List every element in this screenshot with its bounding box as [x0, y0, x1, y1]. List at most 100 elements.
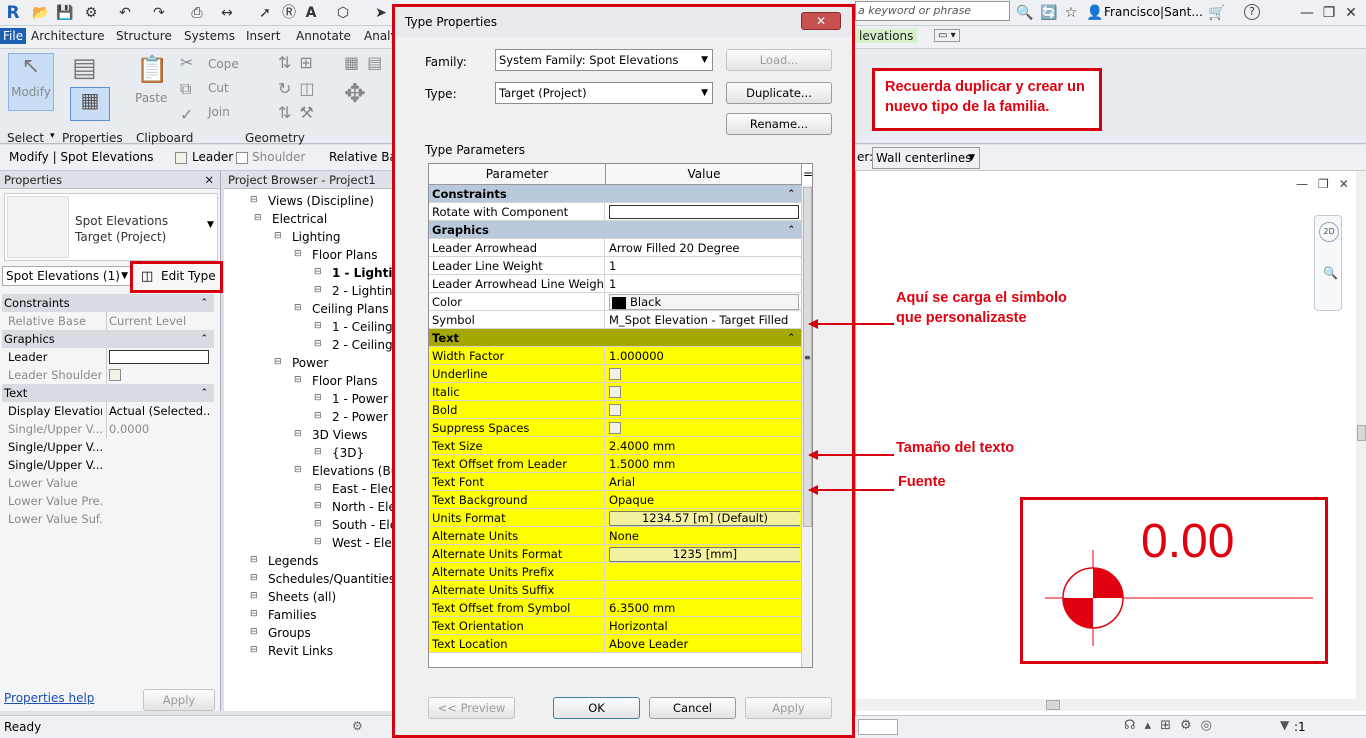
- param-value[interactable]: Horizontal: [606, 617, 800, 635]
- grid-row[interactable]: Leader Line Weight 1: [429, 257, 801, 275]
- browser-item[interactable]: Floor Plans: [312, 374, 377, 388]
- property-value[interactable]: [106, 348, 210, 366]
- cut-icon[interactable]: ✂: [180, 53, 193, 72]
- revit-logo-icon[interactable]: R: [4, 4, 22, 22]
- browser-item[interactable]: Floor Plans: [312, 248, 377, 262]
- expand-icon[interactable]: ⊟: [314, 393, 322, 403]
- rename-button[interactable]: Rename...: [726, 113, 832, 135]
- property-checkbox[interactable]: [109, 349, 209, 364]
- expand-icon[interactable]: ⊟: [314, 321, 322, 331]
- browser-item[interactable]: Electrical: [272, 212, 327, 226]
- browser-item[interactable]: Power: [292, 356, 328, 370]
- properties-row[interactable]: Display Elevations Actual (Selected...: [2, 402, 214, 420]
- hscroll-thumb[interactable]: [1046, 700, 1060, 710]
- cart-icon[interactable]: 🛒: [1208, 4, 1226, 22]
- browser-item[interactable]: 2 - Power: [332, 410, 388, 424]
- browser-item[interactable]: Lighting: [292, 230, 341, 244]
- collapse-icon[interactable]: ⌃: [200, 384, 208, 402]
- expand-icon[interactable]: ⊟: [250, 555, 258, 565]
- paste-icon[interactable]: 📋: [136, 55, 168, 85]
- star-icon[interactable]: ☆: [1062, 4, 1080, 22]
- param-value[interactable]: [606, 419, 800, 437]
- horizontal-scrollbar[interactable]: [856, 699, 1356, 711]
- type-properties-icon[interactable]: ▤: [72, 53, 97, 83]
- trim-tools-icon[interactable]: ⇅⚒: [278, 103, 322, 122]
- navigation-bar[interactable]: 2D 🔍: [1314, 215, 1342, 311]
- expand-icon[interactable]: ⊟: [314, 267, 322, 277]
- grid-row[interactable]: Units Format 1234.57 [m] (Default): [429, 509, 801, 527]
- expand-icon[interactable]: ⊟: [294, 465, 302, 475]
- modify-tools-icon[interactable]: ⇅⊞: [278, 53, 321, 72]
- expand-icon[interactable]: ⊟: [250, 609, 258, 619]
- scroll-thumb[interactable]: [1357, 425, 1366, 441]
- chevron-down-icon[interactable]: ▼: [207, 220, 214, 230]
- grid-row[interactable]: Bold: [429, 401, 801, 419]
- close-properties-icon[interactable]: ✕: [204, 171, 214, 189]
- param-checkbox[interactable]: [609, 385, 621, 398]
- steering-wheel-icon[interactable]: 2D: [1319, 222, 1339, 242]
- properties-row[interactable]: Single/Upper V... 0.0000: [2, 420, 214, 438]
- browser-item[interactable]: Views (Discipline): [268, 194, 374, 208]
- collapse-icon[interactable]: ⌃: [787, 221, 795, 239]
- properties-button[interactable]: ▦: [70, 87, 110, 121]
- expand-icon[interactable]: ⊟: [314, 285, 322, 295]
- instance-filter-select[interactable]: Spot Elevations (1) ▼: [2, 266, 132, 286]
- param-value[interactable]: [606, 383, 800, 401]
- tab-structure[interactable]: Structure: [116, 29, 172, 43]
- ribbon-toggle-icon[interactable]: ▭ ▾: [934, 29, 960, 42]
- align-tools-icon[interactable]: ↻◫: [278, 79, 323, 98]
- filter-icon[interactable]: ▼: [1280, 718, 1289, 732]
- grid-row[interactable]: Color Black: [429, 293, 801, 311]
- tag-icon[interactable]: Ⓡ: [280, 4, 298, 22]
- col-value[interactable]: Value: [606, 167, 802, 181]
- expand-icon[interactable]: ⊟: [314, 537, 322, 547]
- tab-systems[interactable]: Systems: [184, 29, 235, 43]
- expand-icon[interactable]: ⊟: [314, 519, 322, 529]
- param-value[interactable]: 1234.57 [m] (Default): [606, 509, 800, 527]
- browser-item[interactable]: Ceiling Plans: [312, 302, 389, 316]
- worksets-icon[interactable]: ⚙: [352, 719, 363, 733]
- browser-item[interactable]: 1 - Power: [332, 392, 388, 406]
- tab-annotate[interactable]: Annotate: [296, 29, 351, 43]
- collapse-icon[interactable]: ⌃: [787, 185, 795, 203]
- tab-modify-spot-elevations[interactable]: levations: [855, 29, 918, 43]
- param-value[interactable]: 1235 [mm]: [606, 545, 800, 563]
- grid-row[interactable]: Text Location Above Leader: [429, 635, 801, 653]
- expand-icon[interactable]: ⊟: [250, 573, 258, 583]
- param-value[interactable]: Arial: [606, 473, 800, 491]
- param-value[interactable]: 1.000000: [606, 347, 800, 365]
- properties-row[interactable]: Leader: [2, 348, 214, 366]
- save-icon[interactable]: 💾: [56, 4, 74, 22]
- browser-item[interactable]: Revit Links: [268, 644, 333, 658]
- param-value[interactable]: [606, 203, 800, 221]
- open-icon[interactable]: 📂: [32, 4, 50, 22]
- properties-row[interactable]: Lower Value Suf...: [2, 510, 214, 528]
- property-value[interactable]: Actual (Selected...: [106, 402, 210, 420]
- properties-row[interactable]: Relative Base Current Level: [2, 312, 214, 330]
- properties-category[interactable]: Constraints ⌃: [2, 294, 214, 312]
- expand-icon[interactable]: ⊟: [294, 429, 302, 439]
- grid-scrollbar[interactable]: ≡: [801, 185, 812, 667]
- restore-icon[interactable]: ❐: [1320, 4, 1338, 22]
- param-value[interactable]: Opaque: [606, 491, 800, 509]
- cancel-button[interactable]: Cancel: [649, 697, 736, 719]
- selection-tools-icon[interactable]: ☊▴⊞⚙◎: [1124, 718, 1221, 733]
- view-window-controls-icon[interactable]: —❐✕: [1296, 177, 1359, 191]
- browser-item[interactable]: 2 - Lighting: [332, 284, 400, 298]
- dialog-apply-button[interactable]: Apply: [745, 697, 832, 719]
- print-icon[interactable]: ⎙: [188, 4, 206, 22]
- vertical-scrollbar[interactable]: [1356, 171, 1366, 711]
- param-value[interactable]: Above Leader: [606, 635, 800, 653]
- col-formula[interactable]: =: [801, 164, 812, 185]
- move-icon[interactable]: ✥: [344, 79, 366, 109]
- units-button[interactable]: 1235 [mm]: [609, 547, 800, 562]
- sync-icon[interactable]: ⚙: [82, 4, 100, 22]
- tab-file[interactable]: File: [0, 28, 27, 44]
- collapse-icon[interactable]: ⌃: [200, 330, 208, 348]
- browser-item[interactable]: Families: [268, 608, 316, 622]
- properties-row[interactable]: Lower Value: [2, 474, 214, 492]
- grid-category[interactable]: Graphics ⌃: [429, 221, 801, 239]
- help-icon[interactable]: ?: [1244, 4, 1260, 20]
- expand-icon[interactable]: ⊟: [294, 375, 302, 385]
- match-icon[interactable]: ✓: [180, 105, 193, 124]
